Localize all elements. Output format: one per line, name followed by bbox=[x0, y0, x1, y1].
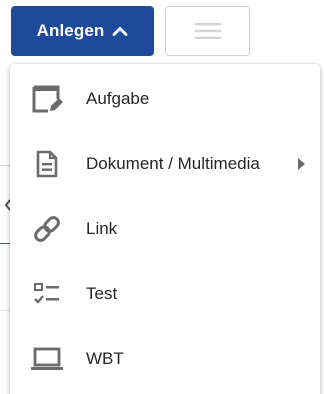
hamburger-menu-icon bbox=[194, 23, 221, 39]
anlegen-button[interactable]: Anlegen bbox=[11, 6, 154, 56]
anlegen-button-label: Anlegen bbox=[36, 21, 105, 40]
chevron-right-icon bbox=[298, 158, 305, 170]
menu-item-label: Dokument / Multimedia bbox=[86, 154, 260, 173]
chevron-up-icon bbox=[112, 27, 128, 36]
menu-item-dokument-multimedia[interactable]: Dokument / Multimedia bbox=[10, 132, 320, 196]
menu-item-label: WBT bbox=[86, 349, 124, 368]
edit-window-icon bbox=[30, 82, 64, 116]
menu-item-label: Aufgabe bbox=[86, 89, 150, 108]
menu-item-aufgabe[interactable]: Aufgabe bbox=[10, 67, 320, 131]
menu-item-wbt[interactable]: WBT bbox=[10, 327, 320, 391]
app-root: Anlegen Aufgabe Dokument / Multimedia Li… bbox=[0, 0, 324, 394]
link-icon bbox=[30, 212, 64, 246]
menu-item-label: Test bbox=[86, 284, 118, 303]
document-icon bbox=[30, 147, 64, 181]
menu-item-test[interactable]: Test bbox=[10, 262, 320, 326]
checklist-icon bbox=[30, 277, 64, 311]
laptop-icon bbox=[30, 342, 64, 376]
menu-item-link[interactable]: Link bbox=[10, 197, 320, 261]
more-options-button[interactable] bbox=[165, 6, 250, 56]
create-dropdown-menu: Aufgabe Dokument / Multimedia Link Test … bbox=[10, 64, 320, 394]
menu-item-label: Link bbox=[86, 219, 118, 238]
